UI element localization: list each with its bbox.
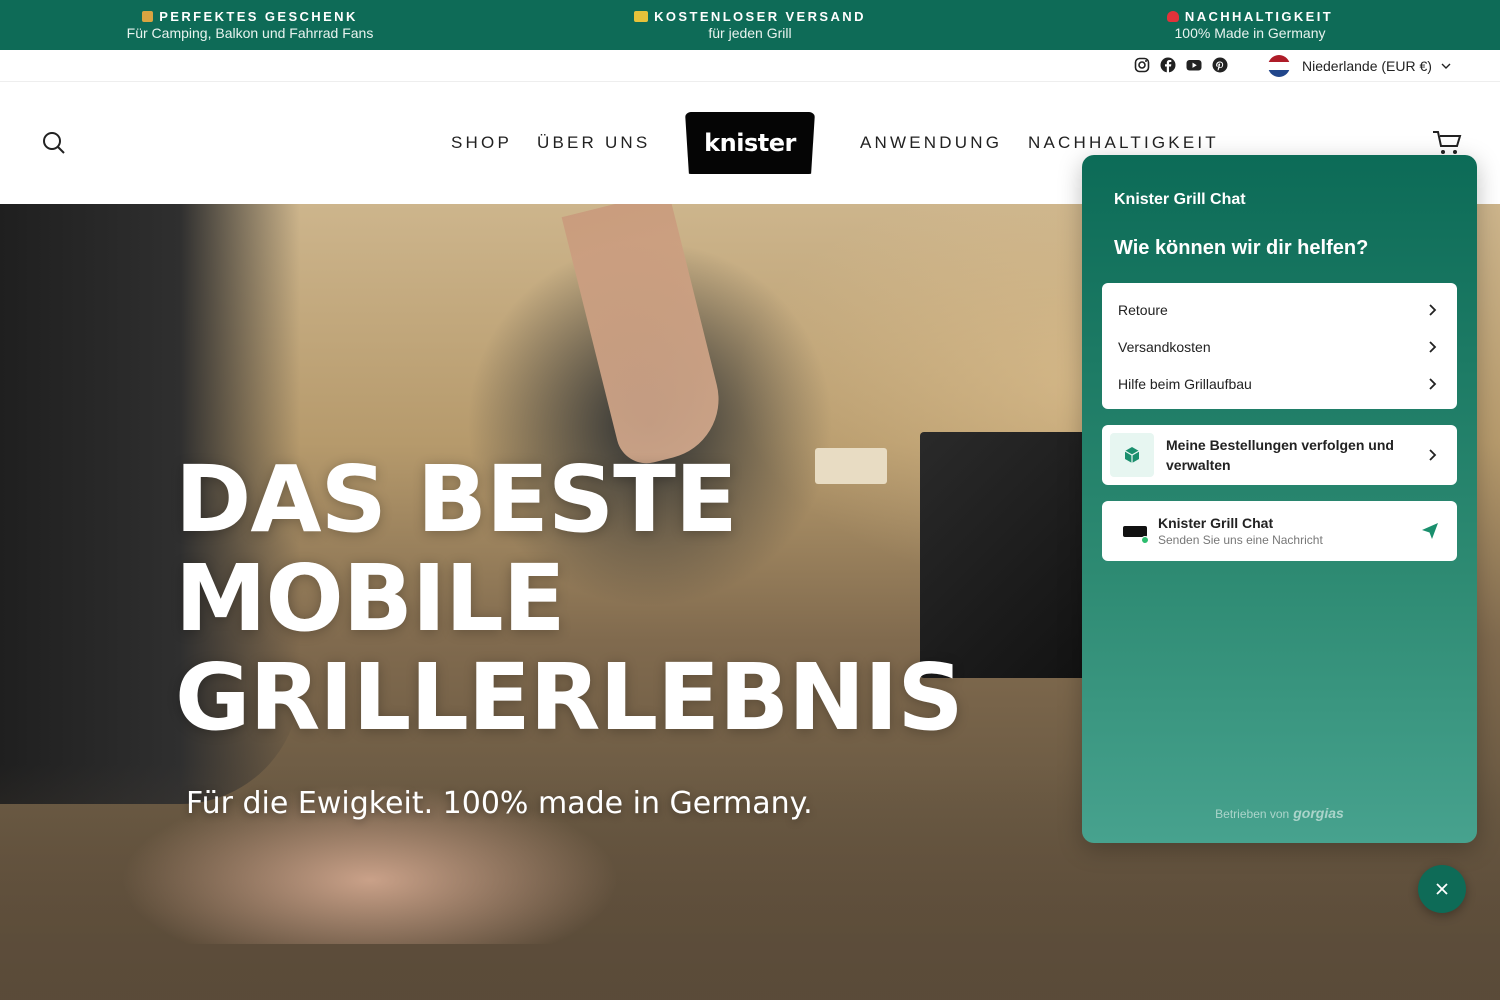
track-orders-label: Meine Bestellungen verfolgen und verwalt…: [1166, 437, 1394, 473]
locale-selector[interactable]: Niederlande (EUR €): [1268, 54, 1452, 78]
announcement-gift: PERFEKTES GESCHENK Für Camping, Balkon u…: [126, 8, 374, 41]
package-icon: [1110, 433, 1154, 477]
chat-contact-status: Senden Sie uns eine Nachricht: [1158, 533, 1323, 547]
search-icon[interactable]: [42, 131, 66, 155]
announcement-bar: PERFEKTES GESCHENK Für Camping, Balkon u…: [0, 0, 1500, 50]
truck-icon: [634, 10, 649, 22]
youtube-icon[interactable]: [1186, 57, 1202, 73]
track-orders-button[interactable]: Meine Bestellungen verfolgen und verwalt…: [1102, 425, 1457, 485]
heart-icon: [1166, 10, 1179, 22]
faq-item-versandkosten[interactable]: Versandkosten: [1102, 328, 1457, 365]
hero-headline-line-3: GRILLERLEBNIS: [175, 644, 964, 751]
cart-icon[interactable]: [1432, 130, 1462, 156]
hero-headline-line-2: MOBILE: [175, 545, 566, 652]
nav-about[interactable]: ÜBER UNS: [537, 133, 650, 153]
social-links: [1134, 57, 1228, 73]
nav-usage[interactable]: ANWENDUNG: [860, 133, 1002, 153]
announcement-sustainability: NACHHALTIGKEIT 100% Made in Germany: [1000, 0, 1500, 50]
chevron-right-icon: [1429, 340, 1437, 353]
close-icon: [1436, 883, 1448, 895]
chevron-right-icon: [1429, 449, 1437, 461]
utility-bar: Niederlande (EUR €): [0, 50, 1500, 82]
facebook-icon[interactable]: [1160, 57, 1176, 73]
logo[interactable]: knister: [685, 112, 815, 174]
online-status-dot: [1141, 536, 1149, 544]
netherlands-flag: [1268, 55, 1290, 77]
announcement-shipping: KOSTENLOSER VERSAND für jeden Grill: [500, 0, 1000, 50]
hero-headline: DAS BESTE MOBILE GRILLERLEBNIS: [175, 450, 964, 747]
chevron-down-icon: [1441, 63, 1451, 69]
chat-brand: Knister Grill Chat: [1114, 191, 1246, 208]
send-message-button[interactable]: Knister Grill Chat Senden Sie uns eine N…: [1102, 501, 1457, 561]
chat-close-button[interactable]: [1418, 865, 1466, 913]
gorgias-logo: gorgias: [1293, 805, 1344, 821]
chat-contact-name: Knister Grill Chat: [1158, 515, 1274, 531]
chat-faq-list: Retoure Versandkosten Hilfe beim Grillau…: [1102, 283, 1457, 409]
faq-item-grillaufbau[interactable]: Hilfe beim Grillaufbau: [1102, 365, 1457, 402]
pinterest-icon[interactable]: [1212, 57, 1228, 73]
chat-avatar: [1122, 518, 1149, 544]
instagram-icon[interactable]: [1134, 57, 1150, 73]
hero-photo-arm: [561, 204, 732, 470]
chevron-right-icon: [1429, 377, 1437, 390]
locale-label: Niederlande (EUR €): [1302, 58, 1432, 74]
hero-headline-line-1: DAS BESTE: [175, 446, 738, 553]
send-icon: [1422, 523, 1438, 539]
chevron-right-icon: [1429, 303, 1437, 316]
gift-icon: [142, 10, 154, 22]
hero-subline: Für die Ewigkeit. 100% made in Germany.: [186, 786, 813, 821]
faq-item-retoure[interactable]: Retoure: [1102, 291, 1457, 328]
nav-sustainability[interactable]: NACHHALTIGKEIT: [1028, 133, 1219, 153]
logo-text: knister: [704, 129, 796, 157]
chat-widget: Knister Grill Chat Wie können wir dir he…: [1082, 155, 1477, 843]
chat-headline: Wie können wir dir helfen?: [1114, 237, 1369, 259]
powered-by[interactable]: Betrieben von gorgias: [1082, 805, 1477, 821]
nav-shop[interactable]: SHOP: [451, 133, 512, 153]
